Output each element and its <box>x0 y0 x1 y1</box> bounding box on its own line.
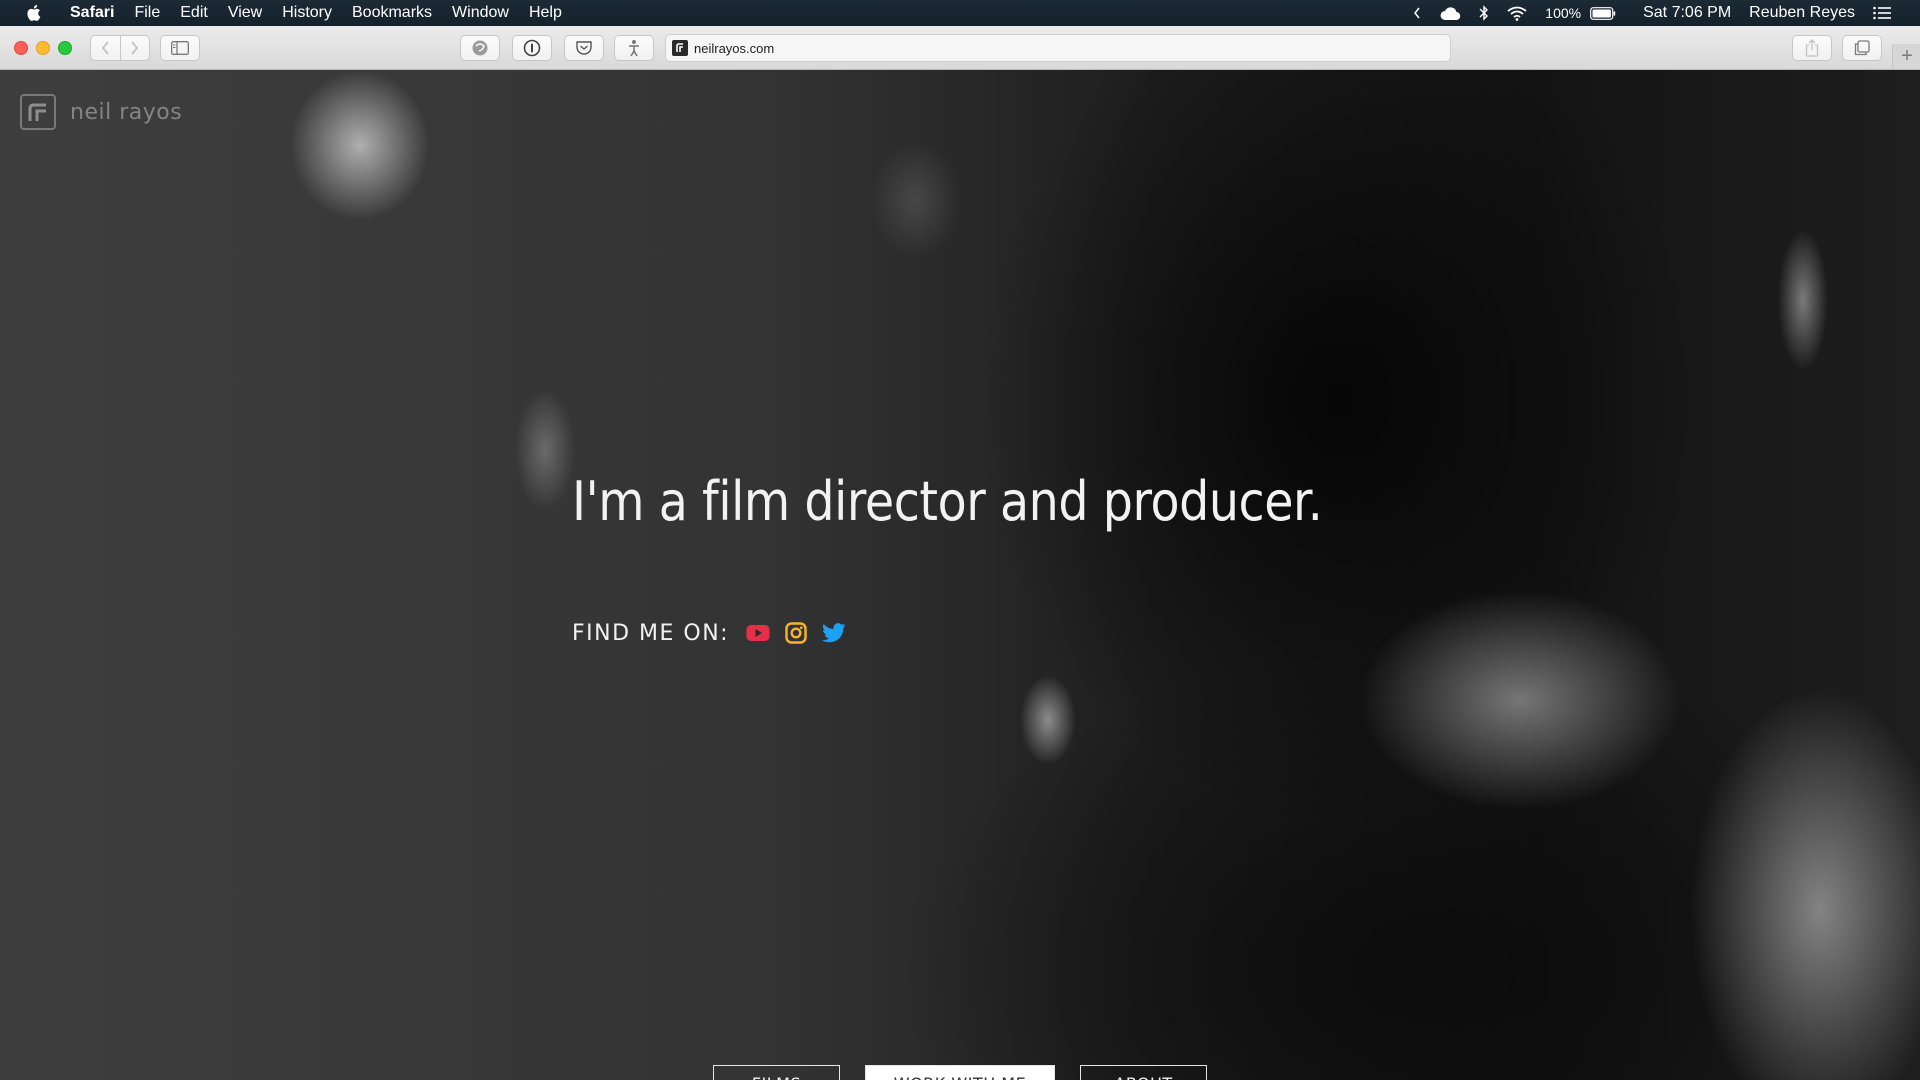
accessibility-icon <box>626 39 642 57</box>
menu-history[interactable]: History <box>272 0 342 26</box>
find-me-on: FIND ME ON: <box>572 620 859 646</box>
pocket-button[interactable] <box>564 35 604 61</box>
extension-icon <box>471 39 489 57</box>
minimize-window-button[interactable] <box>36 41 50 55</box>
tab-overview-icon <box>1854 40 1870 56</box>
share-icon <box>1805 39 1819 57</box>
pocket-icon <box>575 40 593 56</box>
zoom-window-button[interactable] <box>58 41 72 55</box>
bluetooth-icon[interactable] <box>1470 5 1498 21</box>
hero-background: neil rayos I'm a film director and produ… <box>0 70 1920 1080</box>
tab-overview-button[interactable] <box>1842 35 1882 61</box>
menu-bar: Safari File Edit View History Bookmarks … <box>0 0 1920 26</box>
extension-button[interactable] <box>460 35 500 61</box>
user-name[interactable]: Reuben Reyes <box>1740 0 1864 26</box>
sidebar-toggle-button[interactable] <box>160 35 200 61</box>
clock[interactable]: Sat 7:06 PM <box>1625 0 1740 26</box>
menu-edit[interactable]: Edit <box>170 0 218 26</box>
chevron-left-icon[interactable] <box>1404 7 1430 19</box>
share-button[interactable] <box>1792 35 1832 61</box>
about-button[interactable]: ABOUT <box>1080 1065 1207 1080</box>
url-text: neilrayos.com <box>694 40 775 56</box>
forward-button[interactable] <box>119 36 150 60</box>
battery-icon[interactable] <box>1590 6 1625 20</box>
find-me-label: FIND ME ON: <box>572 620 730 646</box>
menu-view[interactable]: View <box>218 0 272 26</box>
menu-file[interactable]: File <box>124 0 170 26</box>
films-button[interactable]: FILMS <box>713 1065 840 1080</box>
password-manager-button[interactable] <box>512 35 552 61</box>
work-with-me-button[interactable]: WORK WITH ME <box>865 1065 1055 1080</box>
hero-headline: I'm a film director and producer. <box>572 470 1323 533</box>
youtube-icon[interactable] <box>745 620 771 646</box>
new-tab-button[interactable]: + <box>1892 44 1920 68</box>
apple-menu-icon[interactable] <box>18 4 48 22</box>
menu-window[interactable]: Window <box>442 0 519 26</box>
back-button[interactable] <box>91 36 120 60</box>
logo-mark-icon <box>20 94 56 130</box>
cloud-icon[interactable] <box>1430 5 1470 21</box>
address-bar[interactable]: neilrayos.com <box>665 34 1451 62</box>
instagram-icon[interactable] <box>783 620 809 646</box>
back-forward-buttons <box>90 35 150 61</box>
menu-bookmarks[interactable]: Bookmarks <box>342 0 442 26</box>
site-logo[interactable]: neil rayos <box>20 94 182 130</box>
sidebar-icon <box>171 41 189 55</box>
wifi-icon[interactable] <box>1498 6 1536 21</box>
browser-toolbar: neilrayos.com <box>0 26 1920 70</box>
close-window-button[interactable] <box>14 41 28 55</box>
notification-center-icon[interactable] <box>1864 6 1900 20</box>
menu-help[interactable]: Help <box>519 0 572 26</box>
battery-percent: 100% <box>1545 5 1582 21</box>
menu-safari[interactable]: Safari <box>60 0 124 26</box>
twitter-icon[interactable] <box>821 620 847 646</box>
accessibility-button[interactable] <box>614 35 654 61</box>
password-manager-icon <box>523 39 541 57</box>
logo-text: neil rayos <box>70 99 183 125</box>
site-favicon-icon <box>672 40 688 56</box>
